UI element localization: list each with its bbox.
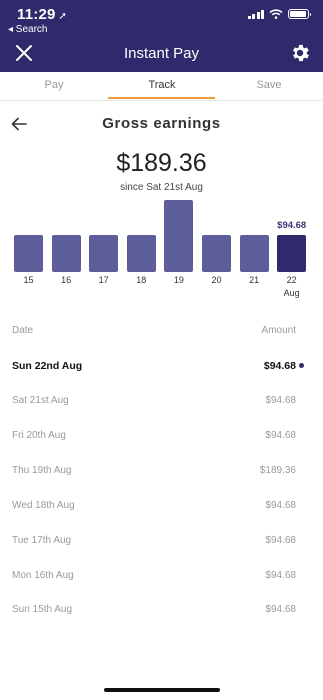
earnings-row[interactable]: Tue 17th Aug $94.68: [12, 530, 296, 550]
row-amount: $94.68: [263, 360, 296, 372]
chart-x-tick-label: 15: [23, 275, 34, 285]
chart-x-tick-label: 21: [249, 275, 260, 285]
row-date: Thu 19th Aug: [12, 465, 72, 477]
chart-x-tick-label: 19: [173, 275, 184, 285]
date-column-header: Date: [12, 325, 34, 336]
earnings-bar-chart: 15 16 17 18 19 20 21 22 $94.68 Aug: [0, 200, 323, 310]
row-amount: $94.68: [265, 395, 296, 407]
app-header: 11:29 ➚ ◂ Search Instant Pay: [0, 0, 323, 72]
chart-bar[interactable]: [14, 235, 43, 272]
chart-bar[interactable]: [239, 235, 269, 272]
total-amount: $189.36: [116, 149, 207, 177]
chart-x-tick-label: 16: [61, 275, 72, 285]
row-amount: $189.36: [259, 465, 296, 477]
earnings-row[interactable]: Fri 20th Aug $94.68: [12, 426, 296, 446]
row-amount: $94.68: [265, 604, 296, 616]
back-to-search-link[interactable]: ◂ Search: [8, 24, 47, 35]
tab-track[interactable]: Track: [108, 79, 216, 91]
tab-pay[interactable]: Pay: [0, 79, 108, 91]
chart-x-tick-label: 18: [136, 275, 147, 285]
battery-icon: [288, 9, 311, 19]
earnings-row[interactable]: Sun 22nd Aug $94.68: [12, 356, 304, 376]
row-amount: $94.68: [265, 534, 296, 546]
row-amount: $94.68: [265, 430, 296, 442]
home-indicator: [104, 688, 220, 692]
chart-bar[interactable]: [277, 235, 307, 272]
row-date: Fri 20th Aug: [12, 430, 66, 442]
chart-bar[interactable]: [164, 200, 194, 272]
tab-bar: Pay Track Save: [0, 72, 323, 101]
row-date: Mon 16th Aug: [12, 569, 74, 581]
earnings-row[interactable]: Mon 16th Aug $94.68: [12, 565, 296, 585]
chart-bar[interactable]: [51, 235, 81, 272]
header-title: Instant Pay: [123, 45, 200, 62]
amount-column-header: Amount: [261, 325, 296, 336]
status-icons: [247, 9, 311, 19]
selected-dot-indicator: [299, 363, 304, 368]
row-date: Sun 22nd Aug: [12, 360, 83, 372]
chart-x-tick-label: 22: [286, 275, 297, 285]
signal-icon: [247, 9, 264, 19]
row-date: Sun 15th Aug: [12, 604, 73, 616]
row-amount: $94.68: [265, 499, 296, 511]
chart-bar[interactable]: [89, 235, 119, 272]
list-header: Date Amount: [12, 325, 296, 336]
page-title: Gross earnings: [102, 115, 221, 132]
status-time-text: 11:29: [17, 6, 56, 23]
earnings-row[interactable]: Wed 18th Aug $94.68: [12, 495, 296, 515]
chart-bar[interactable]: [202, 235, 231, 272]
since-label: since Sat 21st Aug: [120, 182, 203, 193]
wifi-icon: [269, 9, 283, 19]
row-date: Sat 21st Aug: [12, 395, 69, 407]
row-date: Tue 17th Aug: [12, 534, 72, 546]
active-tab-indicator: [108, 97, 215, 99]
selected-bar-value-label: $94.68: [277, 220, 307, 231]
tab-save[interactable]: Save: [215, 79, 323, 91]
row-date: Wed 18th Aug: [12, 499, 75, 511]
selected-bar-month-label: Aug: [283, 288, 300, 298]
chart-x-tick-label: 20: [211, 275, 222, 285]
row-amount: $94.68: [265, 569, 296, 581]
earnings-row[interactable]: Thu 19th Aug $189.36: [12, 461, 296, 481]
status-time: 11:29 ➚: [17, 6, 67, 23]
chart-x-tick-label: 17: [98, 275, 109, 285]
gear-icon[interactable]: [289, 42, 311, 64]
earnings-row[interactable]: Sun 15th Aug $94.68: [12, 600, 296, 620]
earnings-row[interactable]: Sat 21st Aug $94.68: [12, 391, 296, 411]
location-icon: ➚: [58, 11, 68, 22]
chart-bar[interactable]: [126, 235, 156, 272]
